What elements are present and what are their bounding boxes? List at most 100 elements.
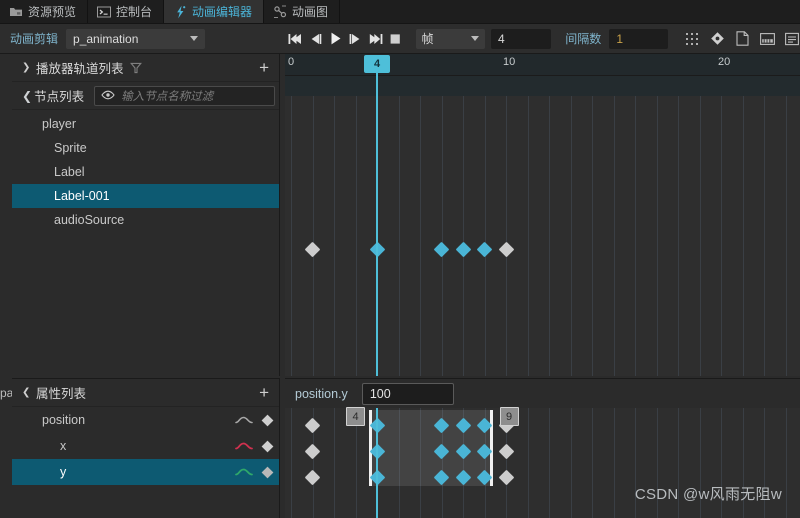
curve-icon[interactable] bbox=[233, 441, 255, 451]
keyframe-toggle-icon[interactable] bbox=[255, 466, 279, 479]
keyframe-marker[interactable] bbox=[455, 241, 471, 258]
property-list-header[interactable]: ❮ 属性列表 + bbox=[12, 379, 279, 407]
timeline-gridline bbox=[678, 96, 679, 376]
track-list-title: 播放器轨道列表 bbox=[36, 62, 124, 76]
timeline-ruler[interactable]: 0 10 20 4 bbox=[285, 54, 800, 76]
property-keyframe-lane[interactable] bbox=[285, 440, 800, 464]
timeline-gridline bbox=[506, 96, 507, 376]
keyframe-toggle-icon[interactable] bbox=[255, 440, 279, 453]
timeline-gridline bbox=[527, 96, 529, 376]
selection-start-handle[interactable]: 4 bbox=[346, 407, 365, 426]
keyframe-marker[interactable] bbox=[304, 241, 321, 258]
step-backward-icon[interactable] bbox=[307, 29, 324, 49]
list-icon[interactable] bbox=[784, 31, 800, 47]
keyframe-toggle-icon[interactable] bbox=[255, 414, 279, 427]
tree-node-label[interactable]: Label bbox=[12, 160, 279, 184]
timeline-gridline bbox=[484, 96, 486, 376]
animation-editor-window: 资源预览 控制台 动画编辑器 动画图 动画剪辑 p_animation 帧 4 … bbox=[0, 0, 800, 518]
curve-icon[interactable] bbox=[233, 467, 255, 477]
timeline-gridline bbox=[398, 96, 400, 376]
track-row-background bbox=[285, 76, 800, 96]
keyframe-marker[interactable] bbox=[498, 469, 514, 486]
tree-node-label-001[interactable]: Label-001 bbox=[12, 184, 279, 208]
diamond-move-icon[interactable] bbox=[709, 31, 725, 47]
playhead-lower[interactable] bbox=[376, 408, 378, 518]
keyframe-marker[interactable] bbox=[498, 241, 514, 258]
property-label: y bbox=[60, 465, 67, 479]
current-frame-value: 4 bbox=[498, 31, 505, 46]
play-icon[interactable] bbox=[327, 29, 344, 49]
keyframe-marker[interactable] bbox=[433, 443, 450, 460]
toolbar-icons bbox=[684, 31, 800, 47]
interval-value: 1 bbox=[616, 31, 623, 46]
stop-icon[interactable] bbox=[387, 29, 404, 49]
keyframe-marker[interactable] bbox=[476, 469, 493, 486]
skip-to-end-icon[interactable] bbox=[367, 29, 384, 49]
keyboard-icon[interactable] bbox=[759, 31, 775, 47]
tab-animation-editor[interactable]: 动画编辑器 bbox=[164, 0, 265, 23]
interval-input[interactable]: 1 bbox=[609, 28, 669, 49]
timeline-gridline bbox=[420, 96, 421, 376]
property-keyframe-area[interactable]: 49 bbox=[285, 407, 800, 518]
property-row-x[interactable]: x bbox=[12, 433, 279, 459]
keyframe-marker[interactable] bbox=[498, 443, 514, 460]
tab-label: 控制台 bbox=[116, 5, 153, 19]
selection-end-handle[interactable]: 9 bbox=[499, 407, 519, 426]
property-row-position[interactable]: position bbox=[12, 407, 279, 433]
playhead-ruler-stub bbox=[376, 73, 378, 96]
tree-node-audiosource[interactable]: audioSource bbox=[12, 208, 279, 232]
timeline: 0 10 20 4 position.y 100 49 bbox=[285, 54, 800, 518]
keyframe-marker[interactable] bbox=[304, 443, 321, 460]
ruler-tick: 20 bbox=[718, 56, 731, 68]
timeline-gridline bbox=[699, 96, 701, 376]
file-icon[interactable] bbox=[734, 31, 750, 47]
folder-icon bbox=[9, 5, 23, 19]
property-value-input[interactable]: 100 bbox=[361, 382, 454, 405]
add-property-button[interactable]: + bbox=[257, 384, 271, 401]
tree-node-sprite[interactable]: Sprite bbox=[12, 136, 279, 160]
keyframe-marker[interactable] bbox=[304, 469, 321, 486]
eye-icon[interactable] bbox=[101, 89, 115, 103]
keyframe-marker[interactable] bbox=[476, 443, 493, 460]
keyframe-marker[interactable] bbox=[433, 469, 450, 486]
add-track-button[interactable]: + bbox=[257, 59, 271, 76]
playhead[interactable] bbox=[376, 96, 378, 376]
keyframe-lane[interactable] bbox=[285, 238, 800, 262]
step-forward-icon[interactable] bbox=[347, 29, 364, 49]
tab-animation-graph[interactable]: 动画图 bbox=[264, 0, 341, 23]
time-unit-select[interactable]: 帧 bbox=[415, 28, 485, 49]
property-label: position bbox=[42, 413, 86, 427]
keyframe-marker[interactable] bbox=[433, 417, 450, 434]
keyframe-marker[interactable] bbox=[476, 417, 493, 434]
tree-node-label: player bbox=[42, 117, 77, 131]
chevron-down-icon[interactable]: ❮ bbox=[22, 89, 32, 103]
clip-select[interactable]: p_animation bbox=[66, 28, 205, 49]
curve-icon[interactable] bbox=[233, 415, 255, 425]
track-list-header[interactable]: ❯ 播放器轨道列表 + bbox=[12, 54, 279, 82]
tree-node-player[interactable]: player bbox=[12, 112, 279, 136]
playhead-badge[interactable]: 4 bbox=[364, 55, 390, 73]
keyframe-marker[interactable] bbox=[304, 417, 321, 434]
keyframe-marker[interactable] bbox=[455, 469, 471, 486]
keyframe-marker[interactable] bbox=[455, 417, 471, 434]
node-filter-input[interactable]: 输入节点名称过滤 bbox=[94, 85, 275, 106]
tab-console[interactable]: 控制台 bbox=[88, 0, 165, 23]
dot-grid-icon[interactable] bbox=[684, 31, 700, 47]
tab-asset-preview[interactable]: 资源预览 bbox=[0, 0, 89, 23]
keyframe-marker[interactable] bbox=[455, 443, 471, 460]
timeline-gridline bbox=[570, 96, 572, 376]
timeline-gridline bbox=[721, 96, 722, 376]
current-frame-input[interactable]: 4 bbox=[491, 28, 552, 49]
property-keyframe-lane[interactable] bbox=[285, 466, 800, 490]
clip-select-value: p_animation bbox=[73, 31, 139, 46]
keyframe-marker[interactable] bbox=[476, 241, 493, 258]
skip-to-start-icon[interactable] bbox=[287, 29, 304, 49]
property-row-y[interactable]: y bbox=[12, 459, 279, 485]
timeline-gridline bbox=[291, 96, 292, 376]
keyframe-marker[interactable] bbox=[433, 241, 450, 258]
node-filter-placeholder: 输入节点名称过滤 bbox=[121, 90, 214, 103]
left-panel: ❯ 播放器轨道列表 + ❮ 节点列表 输入节点名称过滤 player Sprit… bbox=[12, 54, 280, 376]
time-unit-value: 帧 bbox=[421, 32, 434, 46]
animation-toolbar: 动画剪辑 p_animation 帧 4 间隔数 1 bbox=[0, 24, 800, 54]
keyframe-area[interactable] bbox=[285, 96, 800, 376]
